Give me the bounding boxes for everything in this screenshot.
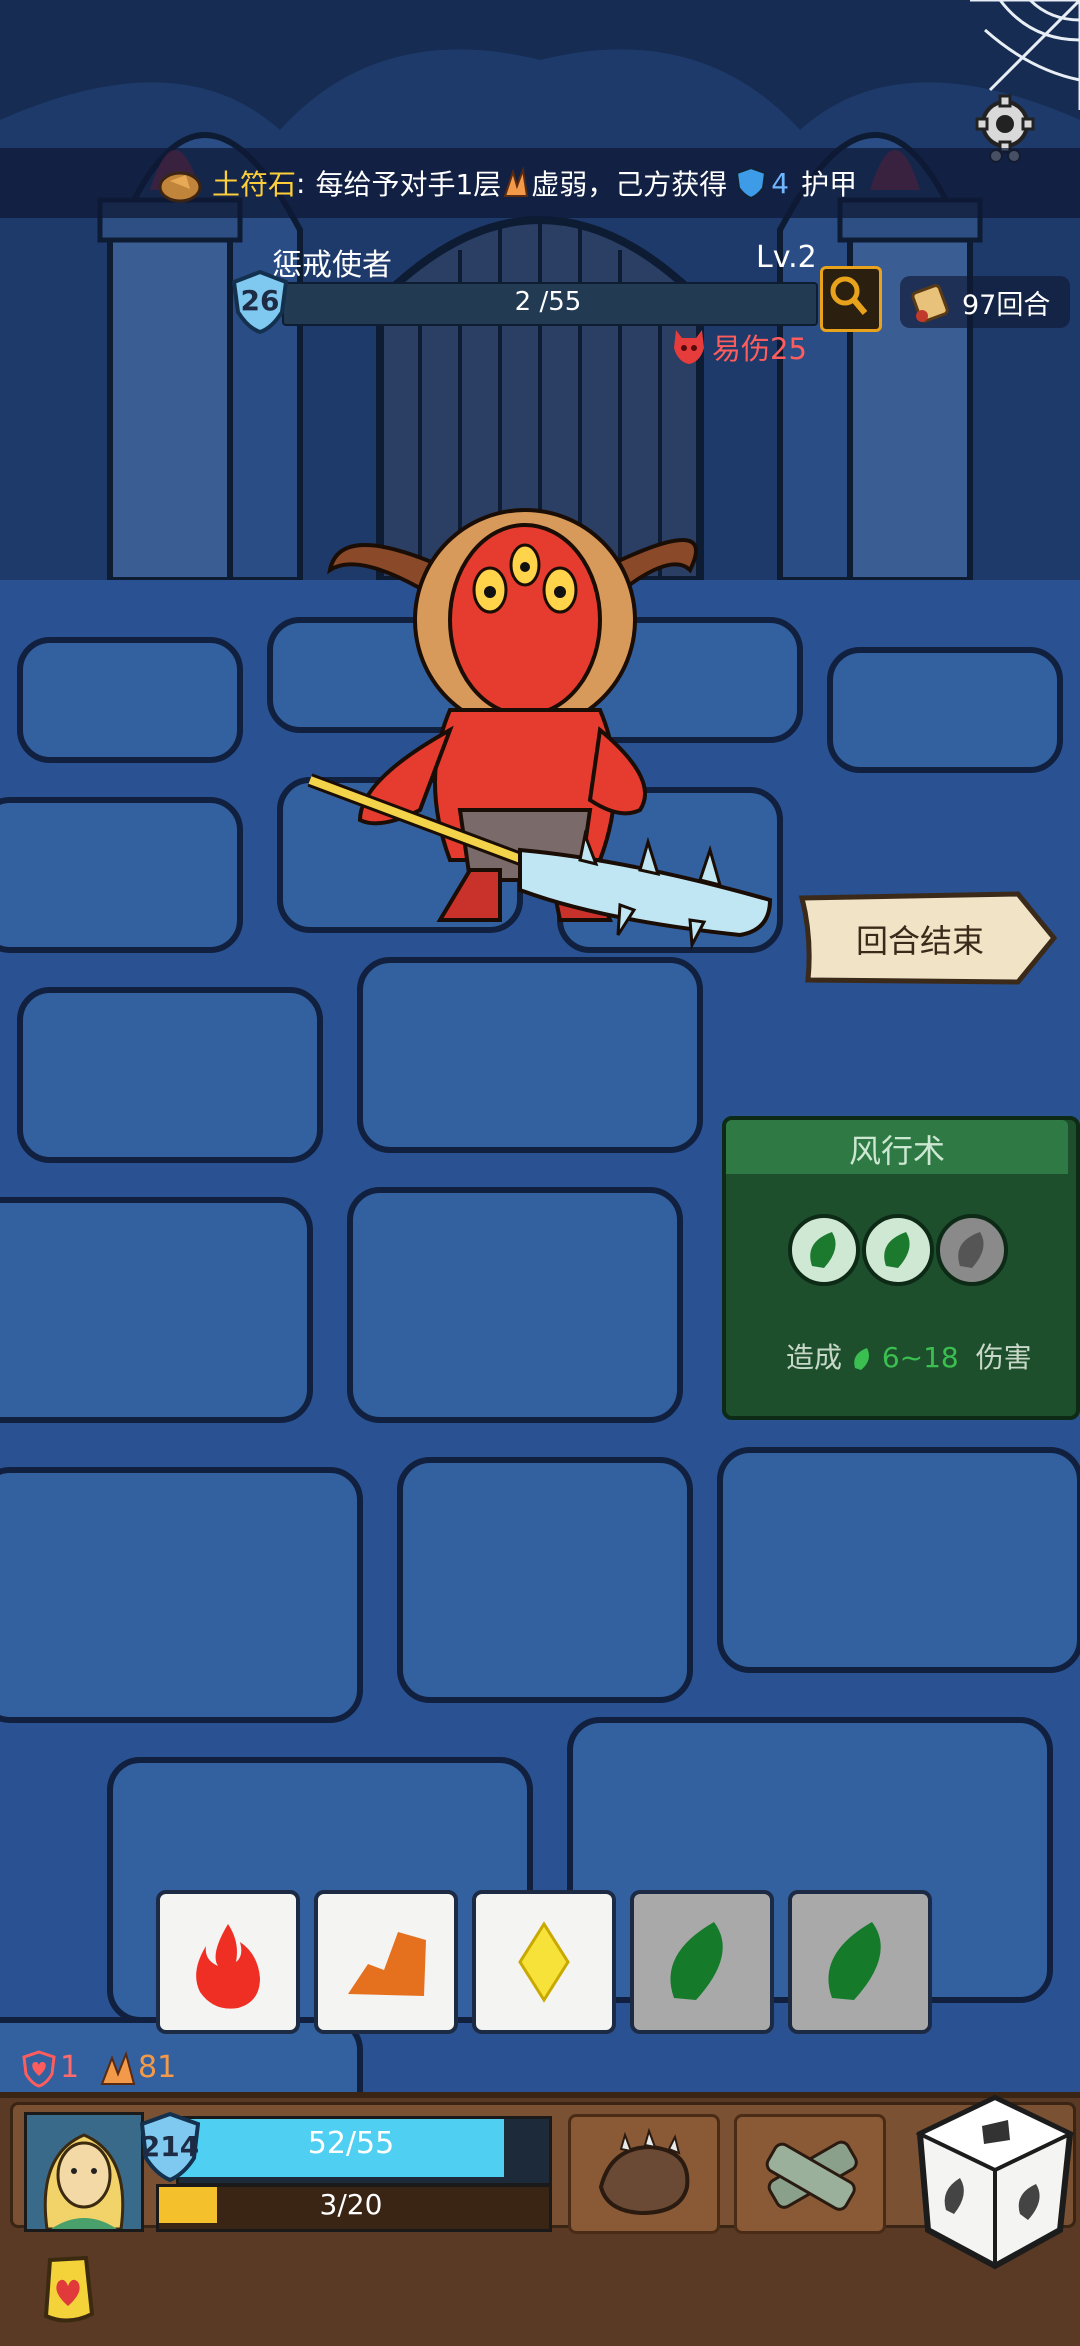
skill-desc-prefix: 造成	[786, 1341, 843, 1374]
skill-description: 造成 6~18 伤害	[786, 1336, 1032, 1376]
gauntlet-icon	[598, 2127, 690, 2216]
skill-damage-range: 6~18	[881, 1341, 959, 1374]
earth-icon	[348, 1932, 426, 1996]
lightning-icon	[518, 1921, 570, 2003]
die-wind-used	[630, 1890, 774, 2034]
vulnerable-icon	[674, 330, 704, 364]
round-count-text: 97回合	[962, 290, 1051, 321]
skill-desc-suffix: 伤害	[975, 1341, 1032, 1374]
weak-icon	[503, 166, 529, 197]
wind-icon	[854, 1348, 869, 1370]
enemy-shield-value: 26	[240, 284, 280, 317]
player-hp-text: 52/55	[307, 2126, 395, 2161]
earth-rune-icon	[158, 171, 202, 203]
rune-shield-value: 4	[771, 166, 790, 200]
skill-title: 风行术	[848, 1132, 945, 1170]
enemy-inspect-button[interactable]	[820, 266, 882, 332]
die-fire[interactable]	[156, 1890, 300, 2034]
roll-dice-button[interactable]	[910, 2090, 1080, 2270]
player-avatar[interactable]	[24, 2112, 144, 2232]
rune-colon: :	[296, 166, 306, 200]
rune-text-part1: 每给予对手1层	[315, 168, 502, 201]
end-turn-label[interactable]: 回合结束	[820, 916, 1020, 962]
equipment-slot-gauntlet[interactable]	[568, 2114, 720, 2234]
enemy-level: Lv.2	[756, 240, 817, 275]
demon-enemy[interactable]	[300, 480, 780, 950]
rune-text-part3: 护甲	[801, 168, 858, 201]
shield-icon	[736, 166, 767, 200]
scroll-icon	[911, 284, 949, 323]
skill-dice-slots[interactable]	[784, 1212, 1014, 1292]
magnifier-icon	[830, 276, 868, 315]
weak-count: 81	[138, 2050, 177, 2085]
die-lightning[interactable]	[472, 1890, 616, 2034]
die-wind-used	[788, 1890, 932, 2034]
fire-icon	[196, 1924, 260, 2009]
equipment-slot-bandage[interactable]	[734, 2114, 886, 2234]
heart-shield-icon	[22, 2050, 56, 2088]
die-earth[interactable]	[314, 1890, 458, 2034]
heart-relic-icon[interactable]	[40, 2254, 96, 2326]
player-exp-text: 3/20	[319, 2188, 383, 2221]
player-shield-value: 214	[140, 2130, 200, 2163]
weak-icon	[100, 2050, 136, 2085]
wind-icon	[670, 1922, 723, 2000]
heart-count: 1	[60, 2050, 80, 2085]
bandage-icon	[765, 2140, 858, 2211]
wind-icon	[828, 1922, 881, 2000]
rune-effect-banner: 土符石 : 每给予对手1层 虚弱，己方获得 4 护甲	[0, 148, 1080, 218]
rune-name: 土符石	[212, 168, 297, 201]
enemy-name: 惩戒使者	[272, 248, 392, 283]
enemy-hp-text: 2 /55	[514, 287, 582, 317]
enemy-vulnerable-status: 易伤25	[712, 332, 807, 366]
hero-portrait	[27, 2115, 141, 2231]
rune-text-part2: 虚弱，己方获得	[531, 168, 728, 201]
